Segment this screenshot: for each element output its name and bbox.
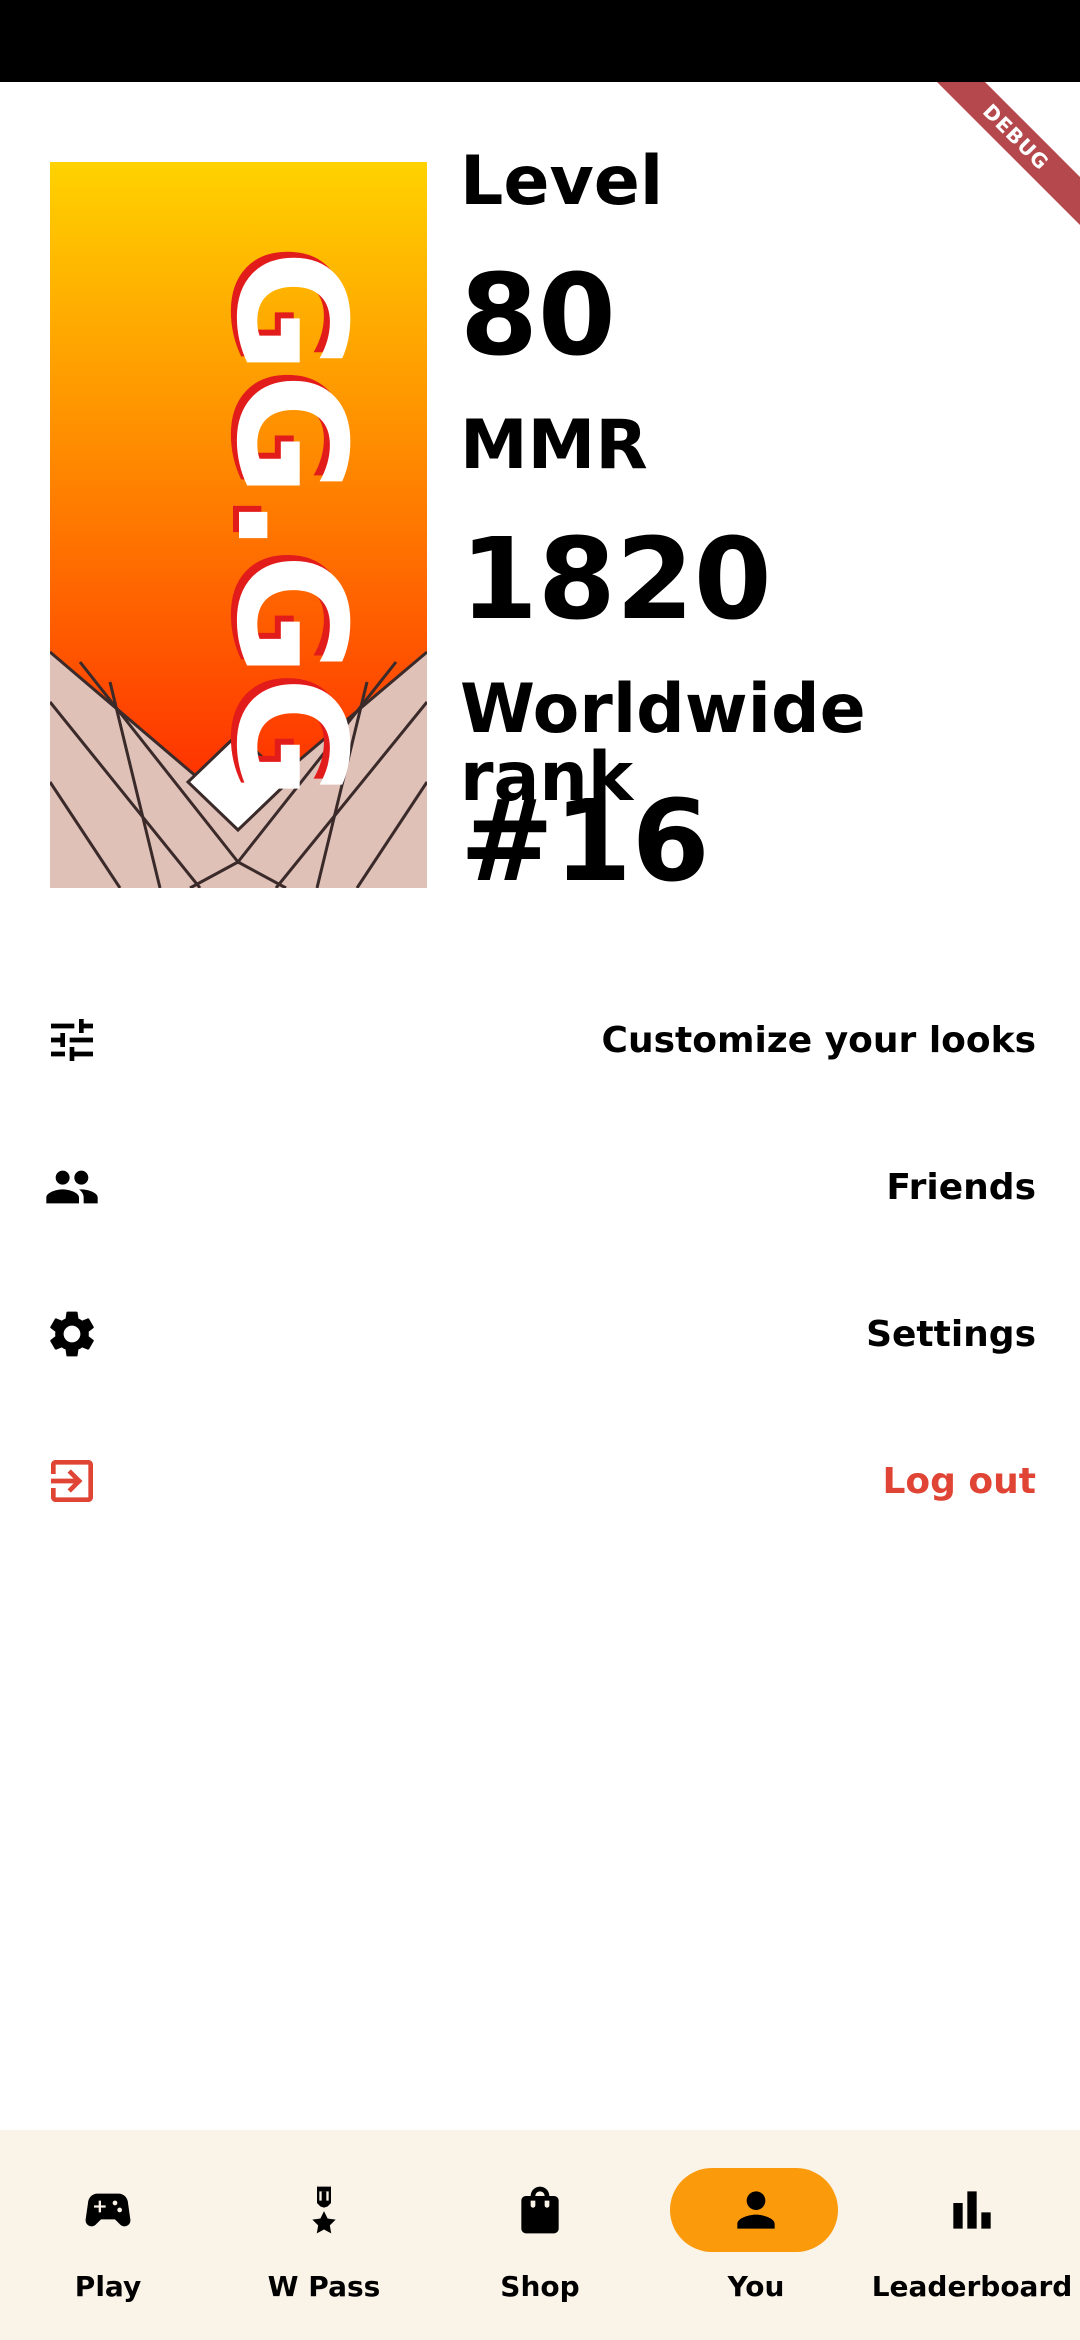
tune-icon [51,1019,93,1061]
player-card-image: GG.GG GG.GG [50,162,427,888]
menu-item-label: Friends [886,1166,1036,1208]
nav-item-you[interactable]: You [648,2130,864,2340]
bottom-navigation: Play W Pass Shop You Leaderboard [0,2130,1080,2340]
menu-item-customize[interactable]: Customize your looks [0,985,1080,1095]
debug-banner: DEBUG [920,82,1080,242]
nav-label: Leaderboard [871,2270,1073,2303]
shopping-bag-icon [521,2186,559,2234]
card-logo-text: GG.GG [203,250,377,799]
rank-value: #16 [460,777,710,907]
logout-icon [51,1460,93,1502]
gear-icon [50,1311,94,1357]
nav-item-wpass[interactable]: W Pass [216,2130,432,2340]
bar-chart-icon [953,2191,991,2229]
nav-item-leaderboard[interactable]: Leaderboard [864,2130,1080,2340]
mmr-value: 1820 [460,515,772,645]
level-value: 80 [460,251,616,381]
menu-item-label: Settings [866,1313,1036,1355]
debug-banner-label: DEBUG [926,82,1080,227]
nav-label: W Pass [267,2270,381,2303]
nav-item-play[interactable]: Play [0,2130,216,2340]
nav-label: You [727,2270,785,2303]
medal-icon [312,2186,336,2234]
level-label: Level [460,142,664,221]
menu-item-logout[interactable]: Log out [0,1426,1080,1536]
person-icon [737,2191,775,2229]
nav-label: Play [74,2270,142,2303]
menu-item-settings[interactable]: Settings [0,1279,1080,1389]
menu-item-friends[interactable]: Friends [0,1132,1080,1242]
menu-item-label: Customize your looks [601,1019,1036,1061]
status-bar [0,0,1080,82]
gamepad-icon [85,2193,131,2227]
nav-item-shop[interactable]: Shop [432,2130,648,2340]
nav-label: Shop [500,2270,580,2303]
mmr-label: MMR [460,406,648,485]
menu-item-label: Log out [882,1460,1036,1502]
people-icon [46,1170,98,1204]
